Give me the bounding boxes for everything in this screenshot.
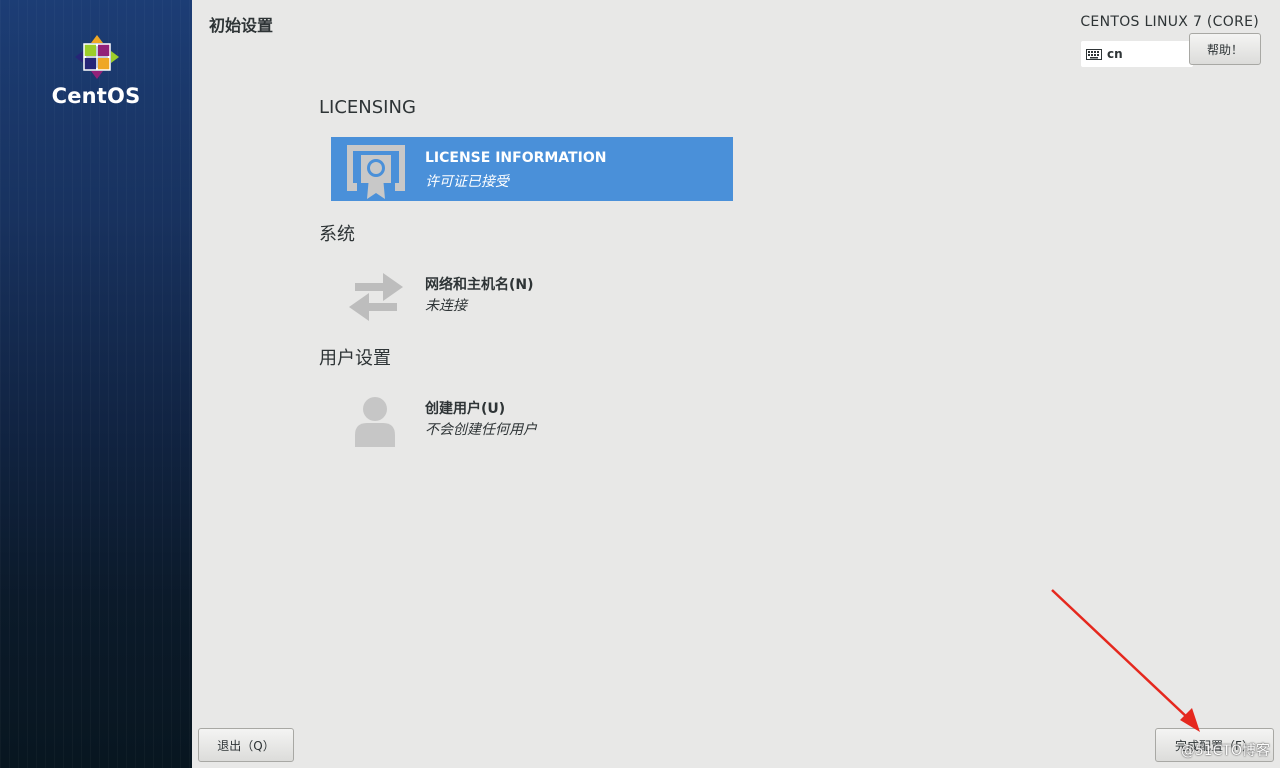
help-button[interactable]: 帮助！ [1189,33,1261,65]
spoke-network-hostname[interactable]: 网络和主机名(N) 未连接 [331,261,733,325]
keyboard-layout-indicator[interactable]: cn [1081,41,1193,67]
section-title-system: 系统 [319,224,355,245]
spoke-license-information[interactable]: LICENSE INFORMATION 许可证已接受 [331,137,733,201]
page-title: 初始设置 [209,16,274,35]
product-name: CENTOS LINUX 7 (CORE) [1080,14,1259,30]
network-icon [349,273,403,321]
logo-text: CentOS [51,84,141,108]
sidebar-texture [0,0,192,768]
spoke-create-user[interactable]: 创建用户(U) 不会创建任何用户 [331,385,733,449]
license-icon [347,145,405,199]
spoke-title: 创建用户(U) [425,401,506,417]
spoke-status: 不会创建任何用户 [425,422,537,438]
annotation-arrow-icon [1051,589,1200,732]
centos-logo-icon [75,35,119,79]
quit-button[interactable]: 退出（Q） [198,728,294,762]
section-title-licensing: LICENSING [319,97,416,118]
keyboard-layout-label: cn [1107,47,1123,61]
spoke-title: LICENSE INFORMATION [425,150,607,166]
keyboard-icon [1086,48,1102,60]
spoke-title: 网络和主机名(N) [425,277,534,293]
sidebar: CentOS [0,0,192,768]
user-icon [355,397,395,447]
watermark: @51CTO博客 [1180,743,1270,759]
section-title-user-settings: 用户设置 [319,348,391,369]
spoke-status: 许可证已接受 [425,174,509,190]
spoke-status: 未连接 [425,298,467,314]
